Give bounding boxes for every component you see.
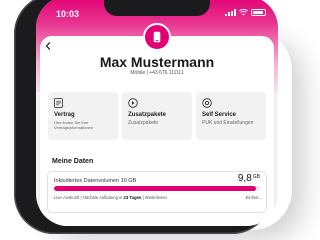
tile-row: Vertrag Hier finden Sie Ihre Vertragsinf… (48, 92, 266, 140)
data-volume-card[interactable]: Inkludiertes Datenvolumen 10 GB 9,8GB Li… (48, 172, 266, 212)
section-heading-my-data: Meine Daten (52, 158, 94, 165)
add-package-icon (128, 98, 138, 108)
data-note-prefix: Live-Auskunft | Nächste Aufladung in (54, 195, 123, 200)
data-note-suffix: | Weiterlesen (142, 195, 167, 200)
settings-icon (202, 98, 212, 108)
profile-mobile: Mobile | +43 676 111111 (130, 70, 184, 76)
tile-self-service-title: Self Service (202, 112, 237, 118)
data-volume-bar (54, 186, 260, 191)
back-button[interactable] (45, 41, 51, 53)
tile-contract-title: Vertrag (54, 112, 75, 118)
status-icons (225, 9, 266, 16)
data-volume-number: 9,8 (237, 173, 252, 184)
tile-self-service-subtitle: PUK und Einstellungen (202, 120, 254, 126)
tile-add-packages-subtitle: Zusatzpakete (128, 120, 159, 126)
tile-contract-subtitle: Hier finden Sie Ihre Vertragsinformation… (54, 120, 94, 131)
battery-icon (251, 9, 266, 16)
data-volume-bar-fill (54, 186, 256, 191)
data-volume-value: 9,8GB (238, 173, 260, 184)
contract-icon (54, 98, 63, 108)
data-note-more: Einheit... (245, 195, 262, 200)
phone-screen: 10:03 Max Mustermann Mobile | +43 676 11… (36, 0, 278, 226)
data-volume-note: Live-Auskunft | Nächste Aufladung in 23 … (54, 195, 167, 200)
phone-icon (153, 31, 161, 43)
wifi-icon (239, 9, 248, 16)
tile-add-packages-title: Zusatzpakete (128, 112, 167, 118)
data-note-days: 23 Tagen (123, 195, 142, 200)
phone-notch (104, 0, 210, 16)
signal-icon (225, 9, 236, 16)
avatar (143, 23, 171, 51)
tile-contract[interactable]: Vertrag Hier finden Sie Ihre Vertragsinf… (48, 92, 118, 140)
chevron-left-icon (45, 42, 51, 50)
status-time: 10:03 (56, 9, 80, 19)
data-volume-label: Inkludiertes Datenvolumen 10 GB (54, 178, 137, 184)
tile-self-service[interactable]: Self Service PUK und Einstellungen (196, 92, 266, 140)
tile-add-packages[interactable]: Zusatzpakete Zusatzpakete (122, 92, 192, 140)
phone-frame: 10:03 Max Mustermann Mobile | +43 676 11… (14, 0, 278, 234)
data-volume-unit: GB (252, 174, 260, 180)
profile-name: Max Mustermann (99, 54, 215, 70)
